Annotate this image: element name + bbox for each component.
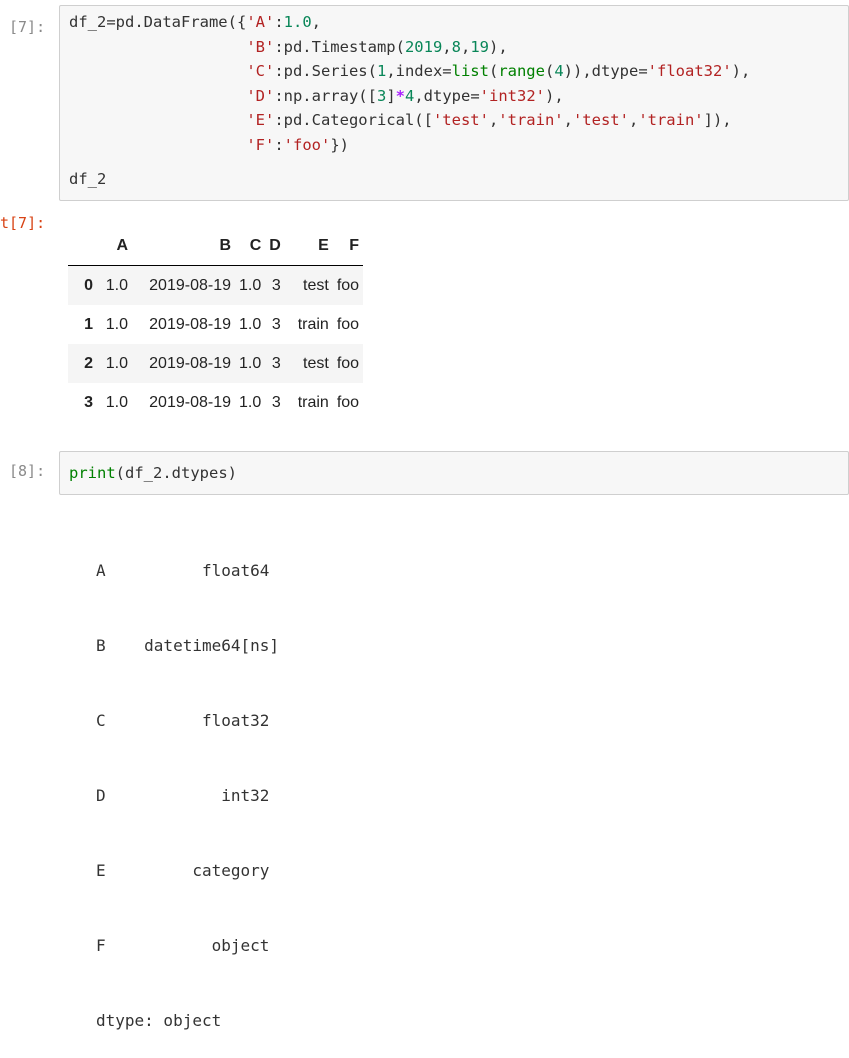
table-cell: foo (336, 354, 360, 372)
output-line: C float32 (96, 711, 270, 730)
table-cell: 2019-08-19 (149, 315, 231, 333)
output-prompt-7: t[7]: (0, 214, 46, 232)
table-cell: 3 (271, 393, 281, 411)
table-cell: 1.0 (239, 354, 262, 372)
table-cell: 1.0 (239, 276, 262, 294)
table-cell: 1.0 (105, 393, 128, 411)
column-header-a: A (97, 227, 132, 266)
table-row: 2 1.0 2019-08-19 1.0 3 test foo (68, 344, 364, 383)
row-index: 1 (84, 315, 93, 333)
table-cell: 1.0 (105, 315, 128, 333)
index-header (68, 227, 97, 266)
table-cell: test (303, 276, 329, 294)
table-cell: 3 (271, 354, 281, 372)
table-cell: 1.0 (105, 276, 128, 294)
table-cell: 1.0 (239, 393, 262, 411)
output-line: D int32 (96, 786, 270, 805)
table-cell: 3 (271, 315, 281, 333)
table-cell: 1.0 (239, 315, 262, 333)
table-cell: 3 (271, 276, 281, 294)
output-line: dtype: object (96, 1011, 222, 1030)
code-line-6: 'F':'foo'}) (246, 136, 349, 154)
code-cell-8[interactable]: print(df_2.dtypes) (59, 451, 849, 495)
table-row: 0 1.0 2019-08-19 1.0 3 test foo (68, 265, 364, 305)
code-line-2: 'B':pd.Timestamp(2019,8,19), (246, 37, 508, 56)
dataframe-output: A B C D E F 0 1.0 2019-08-19 1.0 3 test … (68, 227, 364, 422)
row-index: 3 (84, 393, 93, 411)
input-prompt-8: [8]: (9, 462, 46, 480)
row-index: 0 (84, 276, 93, 294)
table-cell: foo (336, 315, 360, 333)
code-line-3: 'C':pd.Series(1,index=list(range(4)),dty… (246, 62, 751, 81)
code-line-5: 'E':pd.Categorical(['test','train','test… (246, 111, 732, 130)
input-prompt-7: [7]: (9, 18, 46, 36)
table-cell: train (297, 393, 329, 411)
column-header-c: C (235, 227, 266, 266)
table-row: 1 1.0 2019-08-19 1.0 3 train foo (68, 305, 363, 344)
code-line-4: 'D':np.array([3]*4,dtype='int32'), (246, 86, 564, 105)
column-header-f: F (332, 227, 364, 266)
column-header-e: E (284, 227, 333, 266)
table-cell: 1.0 (105, 354, 128, 372)
table-cell: foo (336, 276, 360, 294)
table-row: 3 1.0 2019-08-19 1.0 3 train foo (68, 383, 363, 422)
row-index: 2 (84, 354, 93, 372)
column-header-b: B (132, 227, 235, 266)
column-header-d: D (265, 227, 285, 266)
code-line-1: df_2=pd.DataFrame({'A':1.0, (69, 13, 321, 31)
output-line: F object (96, 936, 270, 955)
table-cell: foo (336, 393, 360, 411)
output-line: B datetime64[ns] (96, 636, 280, 655)
code-line-7: df_2 (69, 170, 107, 188)
table-cell: 2019-08-19 (149, 393, 231, 411)
dataframe-header-row: A B C D E F (68, 227, 364, 266)
code-cell-7[interactable]: df_2=pd.DataFrame({'A':1.0, 'B':pd.Times… (59, 5, 849, 201)
output-line: A float64 (96, 561, 270, 580)
table-cell: 2019-08-19 (149, 276, 231, 294)
output-line: E category (96, 861, 270, 880)
code-line-print: print(df_2.dtypes) (69, 464, 237, 482)
table-cell: 2019-08-19 (149, 354, 231, 372)
table-cell: test (303, 354, 329, 372)
dtypes-output: A float64 B datetime64[ns] C float32 D i… (96, 508, 279, 1058)
table-cell: train (297, 315, 329, 333)
